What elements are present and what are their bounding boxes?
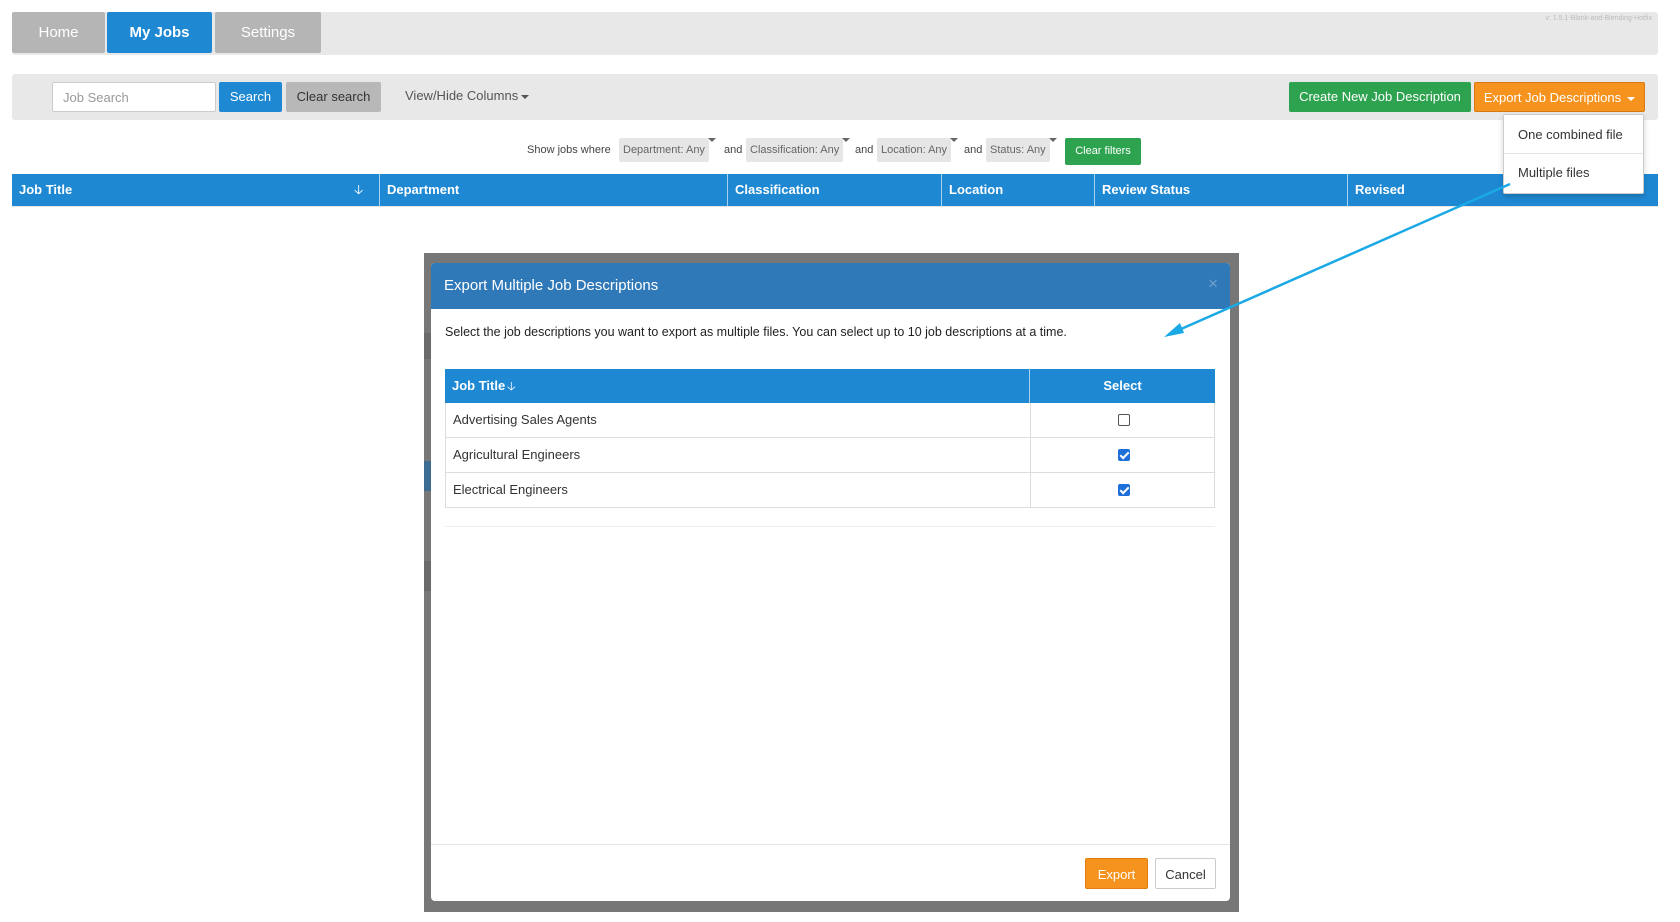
status-filter[interactable]: Status: Any — [986, 138, 1057, 162]
filter-prefix: Show jobs where — [527, 144, 611, 156]
cancel-button[interactable]: Cancel — [1155, 858, 1216, 889]
department-filter[interactable]: Department: Any — [619, 138, 716, 162]
caret-down-icon — [707, 138, 716, 162]
tab-my-jobs[interactable]: My Jobs — [107, 12, 212, 53]
arrow-down-icon: 🡣 — [354, 182, 364, 197]
clear-search-button[interactable]: Clear search — [286, 82, 381, 112]
column-header-classification[interactable]: Classification — [728, 174, 942, 206]
caret-down-icon — [842, 138, 851, 162]
view-hide-columns-label: View/Hide Columns — [405, 88, 519, 103]
column-header-location[interactable]: Location — [942, 174, 1095, 206]
checkbox-icon[interactable] — [1118, 449, 1130, 461]
job-search-input[interactable] — [52, 82, 216, 112]
column-header-select: Select — [1029, 369, 1215, 403]
arrow-down-icon: 🡣 — [507, 379, 516, 393]
clear-filters-button[interactable]: Clear filters — [1065, 138, 1141, 165]
caret-down-icon — [1048, 138, 1057, 162]
table-row: Advertising Sales Agents — [445, 403, 1215, 438]
caret-down-icon — [1627, 96, 1636, 101]
job-title-cell: Advertising Sales Agents — [453, 412, 597, 427]
divider — [12, 206, 1658, 207]
filter-joiner: and — [855, 144, 874, 156]
column-header-job-title[interactable]: Job Title — [452, 369, 505, 403]
tab-settings[interactable]: Settings — [215, 12, 321, 53]
select-cell — [1030, 403, 1215, 437]
close-icon[interactable]: × — [1208, 274, 1218, 294]
search-button[interactable]: Search — [219, 82, 282, 112]
export-multiple-modal: Export Multiple Job Descriptions × Selec… — [431, 263, 1230, 901]
jobs-table-header: Job Title 🡣 Department Classification Lo… — [12, 174, 1658, 206]
job-title-cell: Electrical Engineers — [453, 482, 568, 497]
create-new-job-description-button[interactable]: Create New Job Description — [1289, 82, 1471, 112]
select-cell — [1030, 438, 1215, 472]
checkbox-icon[interactable] — [1118, 414, 1130, 426]
export-job-descriptions-label: Export Job Descriptions — [1483, 90, 1622, 105]
department-filter-label: Department: Any — [623, 144, 705, 156]
top-nav-bar: Home My Jobs Settings v: 1.5.1-Blank-and… — [12, 12, 1658, 55]
export-button[interactable]: Export — [1085, 858, 1148, 889]
view-hide-columns-dropdown[interactable]: View/Hide Columns — [405, 88, 530, 103]
modal-table-header: Job Title 🡣 Select — [445, 369, 1215, 403]
divider — [445, 526, 1215, 527]
status-filter-label: Status: Any — [990, 144, 1046, 156]
tab-home[interactable]: Home — [12, 12, 105, 53]
location-filter[interactable]: Location: Any — [877, 138, 959, 162]
modal-footer-divider — [431, 844, 1230, 845]
checkbox-icon[interactable] — [1118, 484, 1130, 496]
export-job-descriptions-button[interactable]: Export Job Descriptions — [1474, 82, 1645, 112]
modal-description: Select the job descriptions you want to … — [445, 325, 1067, 339]
table-row: Electrical Engineers — [445, 473, 1215, 508]
toolbar: Search Clear search View/Hide Columns Cr… — [12, 74, 1658, 120]
column-header-department[interactable]: Department — [380, 174, 728, 206]
menu-item-one-combined-file[interactable]: One combined file — [1504, 117, 1643, 153]
version-label: v: 1.5.1-Blank-and-Blending-Hotfix — [1545, 15, 1652, 22]
table-row: Agricultural Engineers — [445, 438, 1215, 473]
filter-joiner: and — [964, 144, 983, 156]
job-title-cell: Agricultural Engineers — [453, 447, 581, 462]
menu-divider — [1504, 153, 1643, 154]
column-header-review-status[interactable]: Review Status — [1095, 174, 1348, 206]
caret-down-icon — [521, 94, 530, 99]
filter-joiner: and — [724, 144, 743, 156]
classification-filter[interactable]: Classification: Any — [746, 138, 851, 162]
modal-title: Export Multiple Job Descriptions — [444, 277, 659, 294]
menu-item-multiple-files[interactable]: Multiple files — [1504, 155, 1643, 191]
classification-filter-label: Classification: Any — [750, 144, 840, 156]
column-header-job-title[interactable]: Job Title — [12, 174, 380, 206]
modal-header: Export Multiple Job Descriptions × — [431, 263, 1230, 309]
export-dropdown-menu: One combined file Multiple files — [1503, 114, 1644, 194]
location-filter-label: Location: Any — [881, 144, 948, 156]
caret-down-icon — [950, 138, 959, 162]
select-cell — [1030, 473, 1215, 507]
